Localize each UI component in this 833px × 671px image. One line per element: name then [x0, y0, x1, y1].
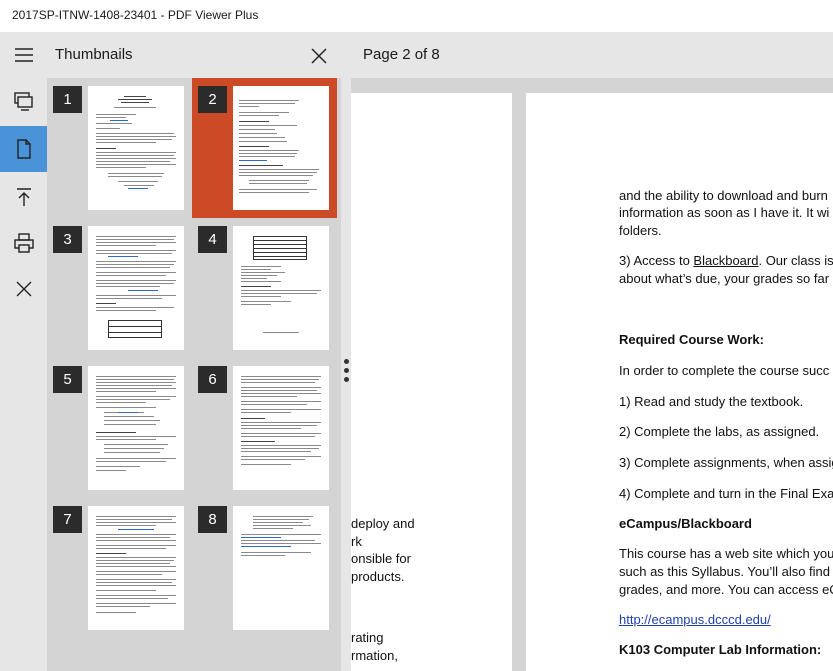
title-bar: 2017SP-ITNW-1408-23401 - PDF Viewer Plus — [0, 0, 833, 32]
close-document-button[interactable] — [0, 266, 47, 312]
left-rail — [0, 32, 47, 671]
page-text: about what’s due, your grades so far — [619, 271, 830, 286]
thumbnail-page-5[interactable]: 5 — [47, 358, 192, 498]
list-item: 4) Complete and turn in the Final Exa — [619, 486, 833, 501]
blackboard-line: 3) Access to Blackboard. Our class is — [619, 253, 833, 268]
page-text: In order to complete the course succ — [619, 363, 830, 378]
print-button[interactable] — [0, 220, 47, 266]
thumbnail-page-8[interactable]: 8 — [192, 498, 337, 638]
page-preview — [88, 226, 184, 350]
document-viewer[interactable]: Page 2 of 8 deploy and rk onsible for pr… — [351, 32, 833, 671]
page-text: rk — [351, 534, 362, 549]
thumbnail-page-4[interactable]: 4 — [192, 218, 337, 358]
page-text: rmation, — [351, 648, 398, 663]
ecampus-heading: eCampus/Blackboard — [619, 516, 752, 531]
thumbnails-header: Thumbnails — [47, 32, 341, 78]
page-preview — [88, 86, 184, 210]
page-view-button[interactable] — [0, 126, 47, 172]
list-item: 1) Read and study the textbook. — [619, 394, 804, 409]
page-preview — [233, 86, 329, 210]
pdf-page-2: and the ability to download and burn inf… — [526, 93, 833, 671]
menu-icon — [14, 48, 33, 62]
pdf-page-1: deploy and rk onsible for products. rati… — [351, 93, 512, 671]
splitter-handle-icon[interactable] — [343, 359, 349, 387]
page-number-badge: 5 — [53, 366, 82, 393]
page-number-badge: 8 — [198, 506, 227, 533]
page-preview — [88, 506, 184, 630]
page-preview — [88, 366, 184, 490]
page-preview — [233, 506, 329, 630]
page-number-badge: 1 — [53, 86, 82, 113]
page-icon — [16, 139, 31, 159]
go-to-top-button[interactable] — [0, 174, 47, 220]
thumbnail-page-6[interactable]: 6 — [192, 358, 337, 498]
page-number-badge: 6 — [198, 366, 227, 393]
thumbnail-page-2[interactable]: 2 — [192, 78, 337, 218]
page-indicator: Page 2 of 8 — [363, 46, 440, 63]
list-item: 3) Complete assignments, when assig — [619, 455, 833, 470]
page-number-badge: 4 — [198, 226, 227, 253]
page-text: deploy and — [351, 516, 415, 531]
page-text: and the ability to download and burn — [619, 188, 828, 203]
close-thumbnails-icon[interactable] — [307, 44, 331, 68]
page-preview — [233, 366, 329, 490]
page-text: information as soon as I have it. It wi — [619, 205, 830, 220]
page-text: onsible for — [351, 551, 411, 566]
lab-information-heading: K103 Computer Lab Information: — [619, 642, 822, 657]
page-text: grades, and more. You can access eC — [619, 582, 833, 597]
menu-button[interactable] — [0, 32, 47, 78]
page-number-badge: 2 — [198, 86, 227, 113]
thumbnail-page-1[interactable]: 1 — [47, 78, 192, 218]
pane-splitter[interactable] — [341, 32, 351, 671]
thumbnail-page-3[interactable]: 3 — [47, 218, 192, 358]
required-course-work-heading: Required Course Work: — [619, 332, 764, 347]
page-number-badge: 3 — [53, 226, 82, 253]
page-text: rating — [351, 630, 384, 645]
close-icon — [16, 281, 31, 297]
slideshow-button[interactable] — [0, 78, 47, 124]
window-title: 2017SP-ITNW-1408-23401 - PDF Viewer Plus — [12, 8, 259, 22]
page-preview — [233, 226, 329, 350]
print-icon — [13, 233, 34, 253]
thumbnails-title: Thumbnails — [55, 46, 133, 63]
blackboard-link[interactable]: Blackboard — [693, 253, 758, 268]
thumbnail-page-7[interactable]: 7 — [47, 498, 192, 638]
page-number-badge: 7 — [53, 506, 82, 533]
viewer-toolbar: Page 2 of 8 — [351, 32, 833, 78]
page-text: such as this Syllabus. You’ll also find — [619, 564, 831, 579]
page-text: This course has a web site which you — [619, 546, 833, 561]
thumbnails-pane: Thumbnails 1 2 3 4 5 6 7 8 — [47, 32, 341, 671]
ecampus-url-link[interactable]: http://ecampus.dcccd.edu/ — [619, 611, 771, 629]
page-text: folders. — [619, 223, 662, 238]
slideshow-icon — [13, 92, 33, 111]
page-text: products. — [351, 569, 405, 584]
go-to-top-icon — [16, 188, 31, 206]
list-item: 2) Complete the labs, as assigned. — [619, 424, 820, 439]
